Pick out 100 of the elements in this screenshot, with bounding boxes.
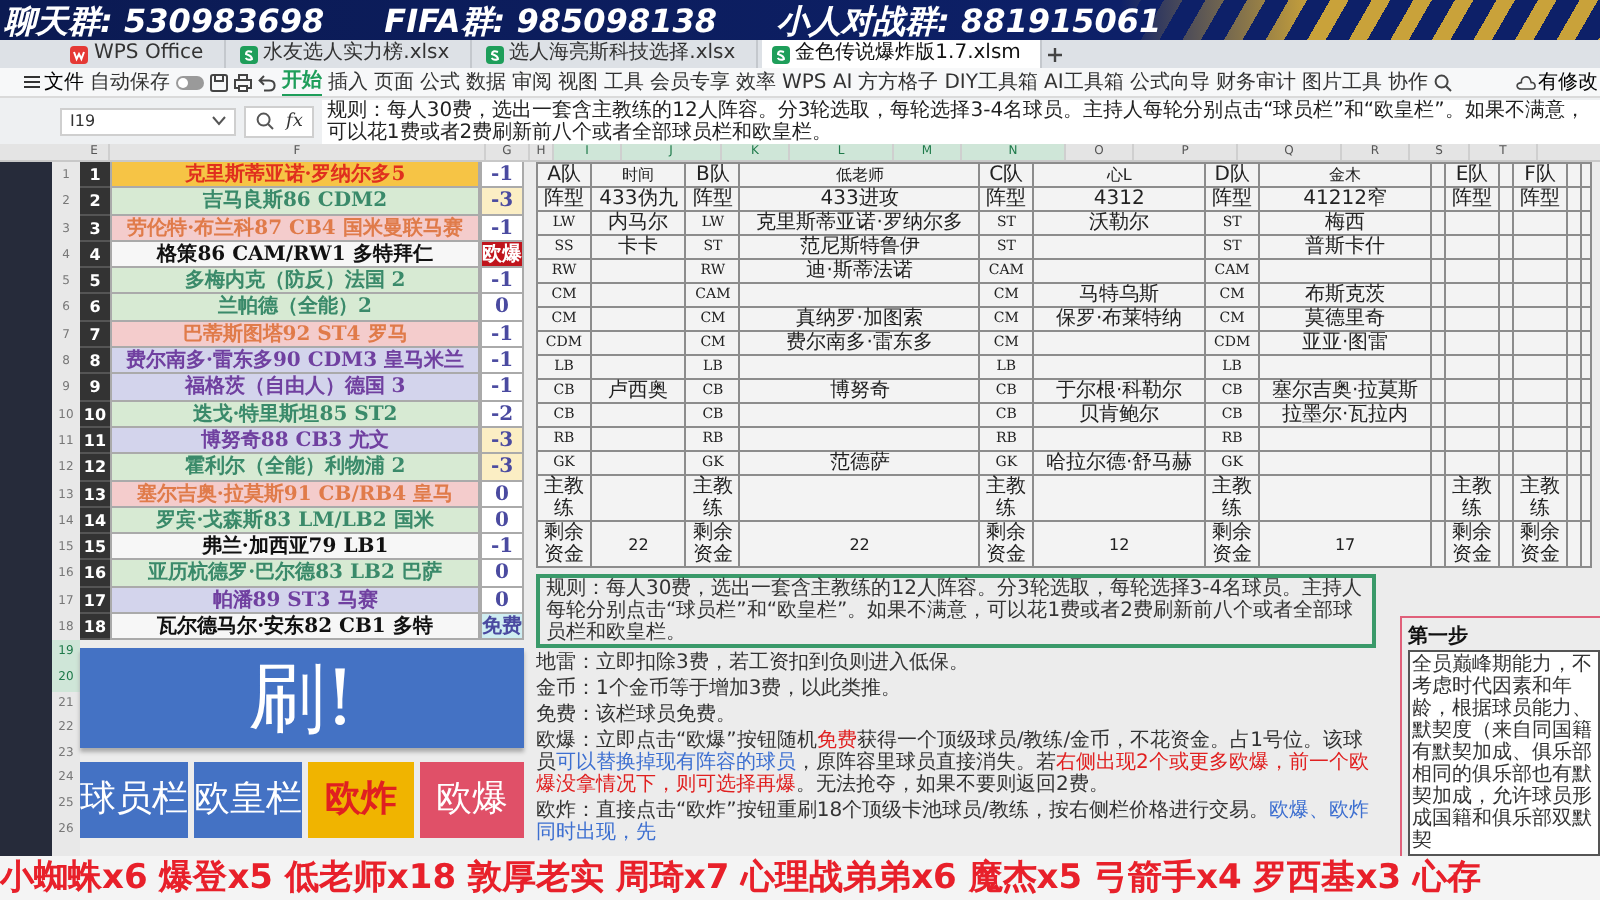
file-tab[interactable]: 金色传说爆炸版1.7.xlsm — [761, 40, 1043, 68]
team-cell: 主教练 — [1513, 475, 1567, 521]
player-number-cell: 12 — [80, 454, 110, 482]
print-icon[interactable] — [234, 73, 252, 91]
spreadsheet-icon — [771, 45, 790, 63]
player-name-cell: 范德萨 — [739, 451, 980, 475]
action-button[interactable]: 欧爆 — [419, 762, 524, 839]
autosave-label: 自动保存 — [90, 69, 170, 95]
player-cell: 罗宾·戈森斯83 LM/LB2 国米 — [110, 507, 480, 535]
action-button[interactable]: 欧炸 — [308, 762, 413, 839]
cost-cell: 免费 — [480, 614, 524, 641]
ribbon-tab[interactable]: 插入 — [328, 69, 368, 95]
player-cell: 帕潘89 ST3 马赛 — [110, 587, 480, 615]
player-cell: 兰帕德（全能）2 — [110, 294, 480, 322]
team-name-cell: F队 — [1513, 163, 1567, 187]
team-name-cell: A队 — [537, 163, 591, 187]
player-cell: 迭戈·特里斯坦85 ST2 — [110, 401, 480, 428]
player-cell: 福格茨（自由人）德国 3 — [110, 374, 480, 402]
search-icon[interactable] — [1433, 73, 1452, 91]
player-number-cell: 4 — [80, 241, 110, 269]
player-number-cell: 13 — [80, 481, 110, 508]
player-number-cell: 5 — [80, 268, 110, 295]
player-name-cell: 博努奇 — [739, 379, 980, 403]
player-number-cell: 2 — [80, 188, 110, 216]
ribbon-tab[interactable]: 效率 — [736, 69, 776, 95]
ribbon-tab[interactable]: 工具 — [604, 69, 644, 95]
group-number-text: 聊天群: 530983698 — [4, 1, 325, 39]
player-cell: 费尔南多·雷东多90 CDM3 皇马米兰 — [110, 348, 480, 375]
formula-field[interactable]: 规则：每人30费，选出一套含主教练的12人阵容。分3轮选取，每轮选择3-4名球员。主持人每轮分别点击“球员栏”和“欧皇栏”。如果不满意，可以花1费或者2费刷新前八个或者全部球员栏和欧皇栏。 — [322, 99, 1600, 143]
autosave-toggle[interactable] — [176, 75, 204, 89]
player-cell: 克里斯蒂亚诺·罗纳尔多5 — [110, 162, 480, 189]
group-number-text: 小人对战群: 881915061 — [776, 1, 1162, 39]
ribbon-tab[interactable]: 会员专享 — [650, 69, 730, 95]
file-menu[interactable]: 文件 — [24, 69, 84, 95]
player-cell: 瓦尔德马尔·安东82 CB1 多特 — [110, 614, 480, 641]
player-number-cell: 1 — [80, 162, 110, 189]
rule-text: 欧爆：立即点击“欧爆”按钮随机免费获得一个顶级球员/教练/金币，不花资金。占1号位。该球员可以替换掉现有阵容的球员，原阵容里球员直接消失。若右侧出现2个或更多欧爆，前一个欧爆没拿情况下，则可选择再爆。无法抢夺，如果不要则返回2费。 — [536, 730, 1371, 796]
cost-cell: -1 — [480, 348, 524, 375]
action-button[interactable]: 球员栏 — [80, 762, 188, 839]
player-cell: 巴蒂斯图塔92 ST4 罗马 — [110, 321, 480, 349]
action-button[interactable]: 欧皇栏 — [194, 762, 302, 839]
ribbon-tab[interactable]: 财务审计 — [1215, 69, 1296, 95]
player-cell: 劳伦特·布兰科87 CB4 国米曼联马赛 — [110, 215, 480, 242]
team-name-cell: D队 — [1205, 163, 1260, 187]
zoom-icon[interactable] — [256, 112, 274, 130]
player-cell: 霍利尔（全能）利物浦 2 — [110, 454, 480, 482]
new-tab-icon[interactable] — [1046, 45, 1065, 63]
rule-summary-text: 规则：每人30费，选出一套含主教练的12人阵容。分3轮选取，每轮选择3-4名球员。主持人每轮分别点击“球员栏”和“欧皇栏”。如果不满意，可以花1费或者2费刷新前八个或者全部球员栏和欧皇栏。 — [536, 574, 1376, 648]
cell-reference-text: I19 — [70, 112, 96, 130]
rule-text: 地雷：立即扣除3费，若工资扣到负则进入低保。 — [536, 652, 971, 674]
name-box[interactable]: I19 — [60, 107, 236, 135]
save-icon[interactable] — [210, 73, 228, 91]
insert-function-button[interactable]: fx — [286, 111, 303, 131]
ribbon-tab[interactable]: 开始 — [282, 68, 322, 96]
ribbon-tab[interactable]: 视图 — [558, 69, 598, 95]
player-number-cell: 9 — [80, 374, 110, 402]
player-name-cell: 塞尔吉奥·拉莫斯 — [1259, 379, 1431, 403]
player-number-cell: 7 — [80, 321, 110, 349]
ribbon-tab[interactable]: WPS AI — [782, 69, 853, 95]
player-number-cell: 10 — [80, 401, 110, 428]
group-number-text: FIFA群: 985098138 — [384, 1, 717, 39]
ribbon-tab[interactable]: 图片工具 — [1301, 69, 1382, 95]
team-cell: 主教练 — [979, 475, 1034, 521]
player-name-cell: 布斯克茨 — [1259, 283, 1431, 307]
spreadsheet-icon — [485, 45, 504, 63]
player-name-cell: 拉墨尔·瓦拉内 — [1259, 403, 1431, 427]
team-cell: 剩余资金 — [685, 521, 740, 567]
team-cell: 剩余资金 — [1513, 521, 1567, 567]
refresh-button[interactable]: 刷! — [80, 648, 524, 749]
ribbon-tab[interactable]: 页面 — [374, 69, 414, 95]
rule-text: 免费：该栏球员免费。 — [536, 704, 738, 726]
owner-cell: 金木 — [1259, 163, 1431, 187]
player-cell: 多梅内克（防反）法国 2 — [110, 268, 480, 295]
cost-cell: 0 — [480, 294, 524, 322]
cost-cell: -1 — [480, 162, 524, 189]
cost-cell: 0 — [480, 481, 524, 508]
ribbon-tab[interactable]: 公式向导 — [1129, 69, 1210, 95]
cost-cell: -1 — [480, 374, 524, 402]
save-status-button[interactable]: 有修改 — [1516, 69, 1598, 95]
player-name-cell: 亚亚·图雷 — [1259, 331, 1431, 355]
formation-cell: 41212窄 — [1259, 187, 1431, 211]
funds-cell: 22 — [591, 521, 686, 567]
ribbon-tab[interactable]: 公式 — [420, 69, 460, 95]
ribbon-tab[interactable]: AI工具箱 — [1044, 69, 1124, 95]
ribbon-tab[interactable]: 方方格子 — [858, 69, 939, 95]
player-number-cell: 16 — [80, 560, 110, 588]
caret-icon — [212, 116, 226, 126]
cost-cell: -3 — [480, 188, 524, 216]
rule-text: 欧炸：直接点击“欧炸”按钮重刷18个顶级卡池球员/教练，按右侧栏价格进行交易。欧爆、欧炸同时出现，先 — [536, 800, 1371, 844]
player-cell: 博努奇88 CB3 尤文 — [110, 427, 480, 455]
ribbon-tab[interactable]: 审阅 — [512, 69, 552, 95]
formation-cell: 433进攻 — [739, 187, 980, 211]
player-name-cell: 普斯卡什 — [1259, 235, 1431, 259]
cost-cell: -1 — [480, 268, 524, 295]
player-name-cell: 莫德里奇 — [1259, 307, 1431, 331]
ribbon-tab[interactable]: DIY工具箱 — [944, 69, 1038, 95]
ribbon-tab[interactable]: 协作 — [1387, 69, 1428, 95]
ribbon-tab[interactable]: 数据 — [466, 69, 506, 95]
player-number-cell: 8 — [80, 348, 110, 375]
undo-icon[interactable] — [258, 73, 276, 91]
